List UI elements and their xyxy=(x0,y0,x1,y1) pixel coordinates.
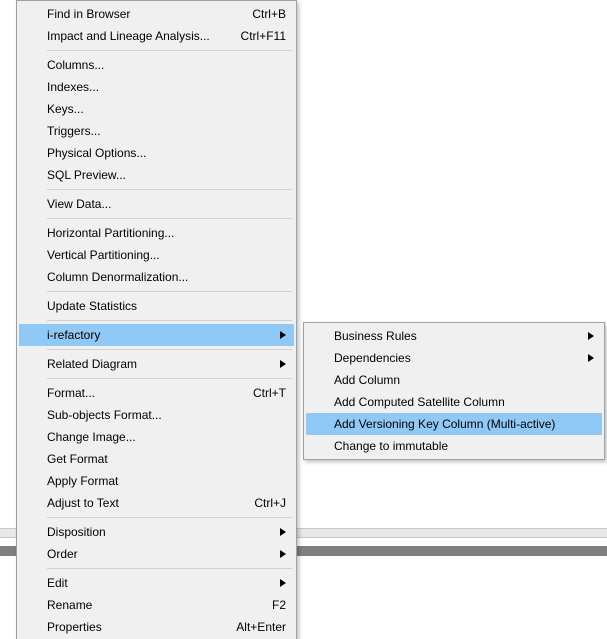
menu-item-label: Rename xyxy=(47,598,260,612)
menu-item-label: Add Versioning Key Column (Multi-active) xyxy=(334,417,598,431)
context-menu-main: Find in Browser Ctrl+B Impact and Lineage … xyxy=(16,0,297,639)
main_menu-item-sql-preview[interactable]: SQL Preview... xyxy=(19,164,294,186)
main_menu-item-find-in-browser[interactable]: Find in Browser Ctrl+B xyxy=(19,3,294,25)
menu-item-label: Apply Format xyxy=(47,474,290,488)
main_menu-item-edit[interactable]: Edit xyxy=(19,572,294,594)
main_menu-item-adjust-to-text[interactable]: Adjust to Text Ctrl+J xyxy=(19,492,294,514)
main_menu-item-rename[interactable]: Rename F2 xyxy=(19,594,294,616)
menu-item-label: Format... xyxy=(47,386,241,400)
menu-item-label: Order xyxy=(47,547,280,561)
main_menu-item-related-diagram[interactable]: Related Diagram xyxy=(19,353,294,375)
menu-separator xyxy=(47,320,292,321)
menu-item-label: Physical Options... xyxy=(47,146,290,160)
menu-separator xyxy=(47,189,292,190)
menu-item-label: Triggers... xyxy=(47,124,290,138)
menu-item-shortcut: Ctrl+J xyxy=(254,496,290,510)
main_menu-item-horizontal-partitioning[interactable]: Horizontal Partitioning... xyxy=(19,222,294,244)
menu-separator xyxy=(47,378,292,379)
menu-item-label: Add Computed Satellite Column xyxy=(334,395,598,409)
main_menu-item-sub-objects-format[interactable]: Sub-objects Format... xyxy=(19,404,294,426)
menu-item-label: Get Format xyxy=(47,452,290,466)
menu-item-label: Horizontal Partitioning... xyxy=(47,226,290,240)
main_menu-item-get-format[interactable]: Get Format xyxy=(19,448,294,470)
sub_menu-item-dependencies[interactable]: Dependencies xyxy=(306,347,602,369)
menu-item-label: Update Statistics xyxy=(47,299,290,313)
chevron-right-icon xyxy=(280,550,290,558)
menu-item-label: Properties xyxy=(47,620,224,634)
menu-separator xyxy=(47,50,292,51)
menu-item-label: Sub-objects Format... xyxy=(47,408,290,422)
menu-item-label: Related Diagram xyxy=(47,357,280,371)
main_menu-item-impact-and-lineage-analysis[interactable]: Impact and Lineage Analysis... Ctrl+F11 xyxy=(19,25,294,47)
sub_menu-item-add-computed-satellite-column[interactable]: Add Computed Satellite Column xyxy=(306,391,602,413)
chevron-right-icon xyxy=(280,579,290,587)
chevron-right-icon xyxy=(280,528,290,536)
sub_menu-item-change-to-immutable[interactable]: Change to immutable xyxy=(306,435,602,457)
menu-separator xyxy=(47,517,292,518)
menu-item-shortcut: F2 xyxy=(272,598,290,612)
main_menu-item-properties[interactable]: Properties Alt+Enter xyxy=(19,616,294,638)
sub_menu-item-business-rules[interactable]: Business Rules xyxy=(306,325,602,347)
menu-item-label: SQL Preview... xyxy=(47,168,290,182)
menu-item-label: Impact and Lineage Analysis... xyxy=(47,29,229,43)
menu-item-label: Disposition xyxy=(47,525,280,539)
context-menu-sub-i-refactory: Business Rules Dependencies Add Column Add … xyxy=(303,322,605,460)
menu-item-label: Columns... xyxy=(47,58,290,72)
menu-item-label: Change Image... xyxy=(47,430,290,444)
menu-item-label: Adjust to Text xyxy=(47,496,242,510)
main_menu-item-columns[interactable]: Columns... xyxy=(19,54,294,76)
main_menu-item-triggers[interactable]: Triggers... xyxy=(19,120,294,142)
main_menu-item-keys[interactable]: Keys... xyxy=(19,98,294,120)
menu-item-label: Vertical Partitioning... xyxy=(47,248,290,262)
menu-item-label: Add Column xyxy=(334,373,598,387)
menu-item-label: Dependencies xyxy=(334,351,588,365)
chevron-right-icon xyxy=(588,354,598,362)
main_menu-item-apply-format[interactable]: Apply Format xyxy=(19,470,294,492)
chevron-right-icon xyxy=(280,360,290,368)
menu-item-label: View Data... xyxy=(47,197,290,211)
menu-item-label: Column Denormalization... xyxy=(47,270,290,284)
main_menu-item-disposition[interactable]: Disposition xyxy=(19,521,294,543)
main_menu-item-column-denormalization[interactable]: Column Denormalization... xyxy=(19,266,294,288)
menu-separator xyxy=(47,218,292,219)
menu-item-label: Change to immutable xyxy=(334,439,598,453)
main_menu-item-format[interactable]: Format... Ctrl+T xyxy=(19,382,294,404)
sub_menu-item-add-versioning-key-column-multi-active[interactable]: Add Versioning Key Column (Multi-active) xyxy=(306,413,602,435)
chevron-right-icon xyxy=(280,331,290,339)
menu-item-label: Edit xyxy=(47,576,280,590)
main_menu-item-vertical-partitioning[interactable]: Vertical Partitioning... xyxy=(19,244,294,266)
menu-item-label: Business Rules xyxy=(334,329,588,343)
menu-item-shortcut: Alt+Enter xyxy=(236,620,290,634)
main_menu-item-change-image[interactable]: Change Image... xyxy=(19,426,294,448)
chevron-right-icon xyxy=(588,332,598,340)
sub_menu-item-add-column[interactable]: Add Column xyxy=(306,369,602,391)
menu-separator xyxy=(47,568,292,569)
main_menu-item-indexes[interactable]: Indexes... xyxy=(19,76,294,98)
menu-item-label: i-refactory xyxy=(47,328,280,342)
main_menu-item-view-data[interactable]: View Data... xyxy=(19,193,294,215)
menu-item-shortcut: Ctrl+F11 xyxy=(241,29,290,43)
menu-separator xyxy=(47,349,292,350)
menu-item-label: Find in Browser xyxy=(47,7,240,21)
main_menu-item-order[interactable]: Order xyxy=(19,543,294,565)
main_menu-item-i-refactory[interactable]: i-refactory xyxy=(19,324,294,346)
main_menu-item-physical-options[interactable]: Physical Options... xyxy=(19,142,294,164)
menu-item-shortcut: Ctrl+B xyxy=(252,7,290,21)
main_menu-item-update-statistics[interactable]: Update Statistics xyxy=(19,295,294,317)
menu-separator xyxy=(47,291,292,292)
menu-item-label: Keys... xyxy=(47,102,290,116)
menu-item-shortcut: Ctrl+T xyxy=(253,386,290,400)
menu-item-label: Indexes... xyxy=(47,80,290,94)
